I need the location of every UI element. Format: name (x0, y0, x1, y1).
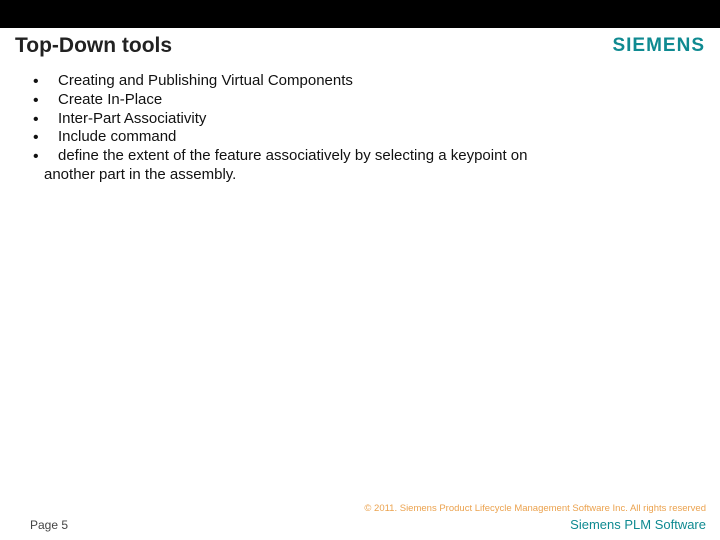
copyright-text: © 2011. Siemens Product Lifecycle Manage… (30, 503, 706, 514)
content-area: • Creating and Publishing Virtual Compone… (0, 68, 720, 185)
top-black-band (0, 0, 720, 28)
bullet-text-continuation: another part in the assembly. (28, 166, 690, 185)
bullet-dot-icon: • (33, 147, 39, 167)
bullet-text: Include command (58, 128, 176, 145)
bullet-text: Inter-Part Associativity (58, 110, 206, 127)
bullet-text: define the extent of the feature associa… (58, 147, 527, 164)
bullet-dot-icon: • (33, 72, 39, 92)
list-item: • Create In-Place (28, 91, 690, 110)
bullet-text: Creating and Publishing Virtual Componen… (58, 72, 353, 89)
header-row: Top-Down tools SIEMENS (0, 28, 720, 68)
list-item: • Include command (28, 128, 690, 147)
footer-row: Page 5 Siemens PLM Software (30, 517, 706, 532)
bullet-dot-icon: • (33, 128, 39, 148)
list-item: • Inter-Part Associativity (28, 110, 690, 129)
list-item: • Creating and Publishing Virtual Compone… (28, 72, 690, 91)
siemens-logo: SIEMENS (612, 35, 705, 57)
slide: Top-Down tools SIEMENS • Creating and Pub… (0, 0, 720, 540)
list-item: • define the extent of the feature associ… (28, 147, 690, 166)
bullet-text: Create In-Place (58, 91, 162, 108)
footer-brand: Siemens PLM Software (570, 517, 706, 532)
page-number: Page 5 (30, 518, 68, 532)
bullet-dot-icon: • (33, 110, 39, 130)
footer: © 2011. Siemens Product Lifecycle Manage… (0, 503, 720, 532)
slide-title: Top-Down tools (15, 34, 172, 58)
bullet-list: • Creating and Publishing Virtual Compone… (28, 72, 690, 166)
bullet-dot-icon: • (33, 91, 39, 111)
